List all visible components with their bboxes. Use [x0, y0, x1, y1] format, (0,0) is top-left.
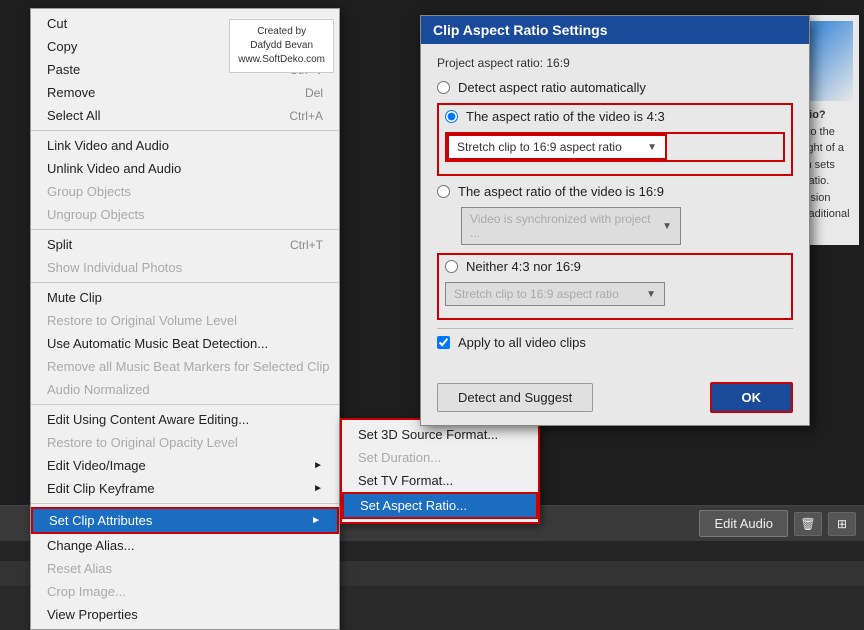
context-menu: Created byDafydd Bevanwww.SoftDeko.com C… [30, 8, 340, 630]
menu-item-reset-alias: Reset Alias [31, 557, 339, 580]
radio-neither-label: Neither 4:3 nor 16:9 [466, 259, 581, 274]
radio-16-9-input[interactable] [437, 185, 450, 198]
timeline-icon-btn-2[interactable]: ⊞ [828, 512, 856, 536]
dropdown-stretch-4-3-label: Stretch clip to 16:9 aspect ratio [457, 140, 622, 154]
dropdown-stretch-4-3[interactable]: Stretch clip to 16:9 aspect ratio ▼ [447, 134, 667, 160]
radio-16-9-label: The aspect ratio of the video is 16:9 [458, 184, 664, 199]
dropdown-stretch-4-3-container: Stretch clip to 16:9 aspect ratio ▼ [445, 132, 785, 162]
dialog-header: Clip Aspect Ratio Settings [421, 16, 809, 44]
clip-aspect-ratio-dialog: Clip Aspect Ratio Settings Project aspec… [420, 15, 810, 426]
menu-item-split[interactable]: Split Ctrl+T [31, 233, 339, 256]
separator-5 [31, 503, 339, 504]
menu-item-group-objects: Group Objects [31, 180, 339, 203]
dialog-footer: Detect and Suggest OK [421, 374, 809, 425]
dropdown-stretch-neither-row: Stretch clip to 16:9 aspect ratio ▼ [445, 282, 785, 306]
radio-neither-input[interactable] [445, 260, 458, 273]
radio-neither[interactable]: Neither 4:3 nor 16:9 [445, 259, 785, 274]
menu-item-restore-opacity: Restore to Original Opacity Level [31, 431, 339, 454]
radio-group-4-3: The aspect ratio of the video is 4:3 Str… [437, 103, 793, 176]
dropdown-arrow-3: ▼ [646, 289, 656, 300]
radio-group-neither: Neither 4:3 nor 16:9 Stretch clip to 16:… [437, 253, 793, 320]
menu-item-show-individual-photos: Show Individual Photos [31, 256, 339, 279]
menu-item-edit-clip-keyframe[interactable]: Edit Clip Keyframe [31, 477, 339, 500]
watermark: Created byDafydd Bevanwww.SoftDeko.com [229, 19, 334, 73]
menu-item-set-clip-attributes[interactable]: Set Clip Attributes [31, 507, 339, 534]
menu-item-mute-clip[interactable]: Mute Clip [31, 286, 339, 309]
menu-item-select-all[interactable]: Select All Ctrl+A [31, 104, 339, 127]
separator-3 [31, 282, 339, 283]
menu-item-remove-markers: Remove all Music Beat Markers for Select… [31, 355, 339, 378]
timeline-icon-btn-1[interactable]: 🗑 [794, 512, 822, 536]
radio-4-3[interactable]: The aspect ratio of the video is 4:3 [445, 109, 785, 124]
checkbox-apply-all-label: Apply to all video clips [458, 335, 586, 350]
dropdown-arrow-2: ▼ [662, 221, 672, 232]
ok-button[interactable]: OK [710, 382, 794, 413]
menu-item-restore-volume: Restore to Original Volume Level [31, 309, 339, 332]
menu-item-remove[interactable]: Remove Del [31, 81, 339, 104]
menu-item-unlink-video-audio[interactable]: Unlink Video and Audio [31, 157, 339, 180]
separator-1 [31, 130, 339, 131]
menu-item-music-beat[interactable]: Use Automatic Music Beat Detection... [31, 332, 339, 355]
edit-audio-button[interactable]: Edit Audio [699, 510, 788, 537]
radio-detect-auto[interactable]: Detect aspect ratio automatically [437, 80, 793, 95]
separator-4 [31, 404, 339, 405]
dropdown-sync: Video is synchronized with project ... ▼ [461, 207, 681, 245]
radio-4-3-input[interactable] [445, 110, 458, 123]
divider [437, 328, 793, 329]
dropdown-sync-row: Video is synchronized with project ... ▼ [461, 207, 793, 245]
dropdown-stretch-neither: Stretch clip to 16:9 aspect ratio ▼ [445, 282, 665, 306]
submenu-item-tv-format[interactable]: Set TV Format... [342, 469, 538, 492]
checkbox-apply-all-input[interactable] [437, 336, 450, 349]
menu-item-link-video-audio[interactable]: Link Video and Audio [31, 134, 339, 157]
submenu-item-3d-source[interactable]: Set 3D Source Format... [342, 423, 538, 446]
menu-item-change-alias[interactable]: Change Alias... [31, 534, 339, 557]
radio-4-3-label: The aspect ratio of the video is 4:3 [466, 109, 665, 124]
menu-item-edit-content-aware[interactable]: Edit Using Content Aware Editing... [31, 408, 339, 431]
menu-item-crop-image: Crop Image... [31, 580, 339, 603]
radio-detect-auto-input[interactable] [437, 81, 450, 94]
menu-item-edit-video-image[interactable]: Edit Video/Image [31, 454, 339, 477]
menu-item-audio-normalized: Audio Normalized [31, 378, 339, 401]
project-ratio-label: Project aspect ratio: 16:9 [437, 56, 793, 70]
radio-detect-auto-label: Detect aspect ratio automatically [458, 80, 646, 95]
dialog-body: Project aspect ratio: 16:9 Detect aspect… [421, 44, 809, 374]
menu-item-ungroup-objects: Ungroup Objects [31, 203, 339, 226]
dialog-title: Clip Aspect Ratio Settings [433, 22, 608, 38]
radio-16-9[interactable]: The aspect ratio of the video is 16:9 [437, 184, 793, 199]
dropdown-stretch-neither-label: Stretch clip to 16:9 aspect ratio [454, 287, 619, 301]
submenu-set-clip-attributes: Set 3D Source Format... Set Duration... … [340, 418, 540, 524]
dropdown-arrow-1: ▼ [647, 142, 657, 153]
checkbox-apply-all[interactable]: Apply to all video clips [437, 335, 793, 350]
submenu-item-duration: Set Duration... [342, 446, 538, 469]
detect-suggest-button[interactable]: Detect and Suggest [437, 383, 593, 412]
menu-item-view-properties[interactable]: View Properties [31, 603, 339, 626]
separator-2 [31, 229, 339, 230]
dropdown-sync-label: Video is synchronized with project ... [470, 212, 662, 240]
submenu-item-aspect-ratio[interactable]: Set Aspect Ratio... [342, 492, 538, 519]
